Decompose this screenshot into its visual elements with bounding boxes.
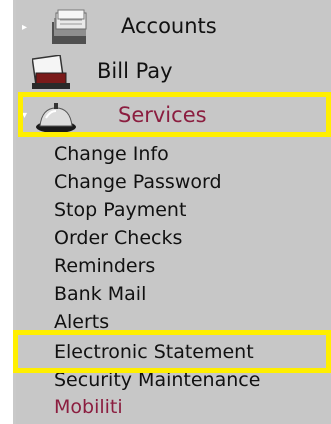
accounts-icon [48,8,92,52]
menu-item-accounts-label: Accounts [121,14,217,38]
collapse-arrow-icon[interactable]: ▾ [22,111,27,121]
service-bell-icon [34,102,78,138]
expand-arrow-icon[interactable]: ▸ [22,23,27,33]
submenu-item-security-maintenance[interactable]: Security Maintenance [54,369,260,391]
submenu-item-mobiliti[interactable]: Mobiliti [54,396,123,418]
menu-item-bill-pay-label: Bill Pay [97,59,173,83]
menu-item-services[interactable]: ▾ Services [16,90,331,140]
left-navigation-menu: ▸ Accounts Bill Pay ▾ Services Change In… [16,0,331,424]
submenu-item-order-checks[interactable]: Order Checks [54,227,182,249]
submenu-item-stop-payment[interactable]: Stop Payment [54,199,186,221]
submenu-item-bank-mail[interactable]: Bank Mail [54,283,146,305]
submenu-item-electronic-statement[interactable]: Electronic Statement [54,341,254,363]
submenu-item-reminders[interactable]: Reminders [54,255,155,277]
bill-pay-icon [31,54,72,95]
submenu-item-alerts[interactable]: Alerts [54,311,109,333]
menu-item-services-label: Services [118,103,207,127]
menu-item-bill-pay[interactable]: Bill Pay [16,52,331,90]
menu-item-accounts[interactable]: ▸ Accounts [16,0,331,52]
submenu-item-change-info[interactable]: Change Info [54,143,169,165]
submenu-item-change-password[interactable]: Change Password [54,171,222,193]
